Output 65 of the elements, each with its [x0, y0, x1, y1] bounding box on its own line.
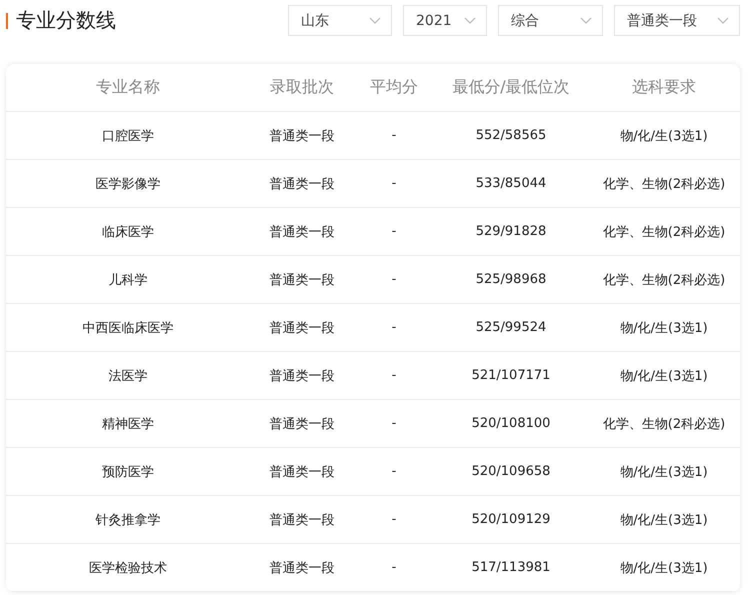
table-cell-text: 化学、生物(2科必选) — [602, 416, 726, 434]
filter-dropdown[interactable]: 2021 — [403, 5, 487, 36]
table-cell-text: 普通类一段 — [268, 368, 336, 386]
filter-dropdown[interactable]: 综合 — [498, 5, 603, 36]
column-header: 专业名称 — [95, 76, 161, 98]
table-cell-text: 普通类一段 — [268, 128, 336, 146]
table-cell-text: - — [390, 559, 398, 577]
column-header: 最低分/最低位次 — [451, 76, 571, 98]
section-title: 专业分数线 — [16, 7, 116, 34]
table-cell-text: 普通类一段 — [268, 272, 336, 290]
table-cell-text: 520/109129 — [470, 511, 552, 529]
chevron-down-icon — [464, 16, 476, 24]
table-cell-text: 临床医学 — [101, 224, 155, 242]
table-cell-text: 520/109658 — [470, 463, 552, 481]
table-cell-text: 物/化/生(3选1) — [619, 560, 709, 578]
table-cell-text: 525/99524 — [474, 319, 548, 337]
table-cell-text: 精神医学 — [101, 416, 155, 434]
table-cell-text: 物/化/生(3选1) — [619, 320, 709, 338]
chevron-down-icon — [717, 16, 729, 24]
table-cell-text: 儿科学 — [108, 272, 148, 290]
table-cell-text: - — [390, 127, 398, 145]
table-cell-text: 化学、生物(2科必选) — [602, 272, 726, 290]
filter-dropdown[interactable]: 山东 — [288, 5, 392, 36]
table-cell-text: 中西医临床医学 — [82, 320, 174, 338]
table-cell-text: 针灸推拿学 — [94, 512, 162, 530]
table-cell-text: - — [390, 175, 398, 193]
table-cell-text: 521/107171 — [470, 367, 552, 385]
title-accent-bar — [6, 12, 8, 28]
table-cell-text: 533/85044 — [474, 175, 548, 193]
table-cell-text: 552/58565 — [474, 127, 548, 145]
table-cell-text: 普通类一段 — [268, 416, 336, 434]
table-cell-text: 普通类一段 — [268, 512, 336, 530]
table-cell-text: - — [390, 319, 398, 337]
table-cell-text: 520/108100 — [470, 415, 552, 433]
chevron-down-icon — [369, 16, 381, 24]
table-cell-text: 预防医学 — [101, 464, 155, 482]
table-cell-text: 普通类一段 — [268, 320, 336, 338]
table-cell-text: - — [390, 415, 398, 433]
table-cell-text: 法医学 — [108, 368, 148, 386]
table-cell-text: 普通类一段 — [268, 464, 336, 482]
table-cell-text: - — [390, 367, 398, 385]
table-cell-text: 普通类一段 — [268, 560, 336, 578]
table-cell-text: - — [390, 271, 398, 289]
table-cell-text: 529/91828 — [474, 223, 548, 241]
table-cell-text: 普通类一段 — [268, 224, 336, 242]
table-cell-text: 医学影像学 — [94, 176, 162, 194]
table-cell-text: 化学、生物(2科必选) — [602, 176, 726, 194]
table-cell-text: 525/98968 — [474, 271, 548, 289]
table-cell-text: 化学、生物(2科必选) — [602, 224, 726, 242]
table-cell-text: - — [390, 223, 398, 241]
table-cell-text: 物/化/生(3选1) — [619, 464, 709, 482]
table-cell-text: 物/化/生(3选1) — [619, 368, 709, 386]
filter-dropdown[interactable]: 普通类一段 — [614, 5, 740, 36]
table-cell-text: 医学检验技术 — [88, 560, 168, 578]
table-cell-text: 普通类一段 — [268, 176, 336, 194]
table-cell-text: 口腔医学 — [101, 128, 155, 146]
column-header: 选科要求 — [631, 76, 697, 98]
column-header: 平均分 — [369, 76, 419, 98]
table-cell-text: 517/113981 — [470, 559, 552, 577]
table-cell-text: - — [390, 511, 398, 529]
chevron-down-icon — [580, 16, 592, 24]
column-header: 录取批次 — [269, 76, 335, 98]
table-cell-text: - — [390, 463, 398, 481]
table-cell-text: 物/化/生(3选1) — [619, 512, 709, 530]
table-cell-text: 物/化/生(3选1) — [619, 128, 709, 146]
